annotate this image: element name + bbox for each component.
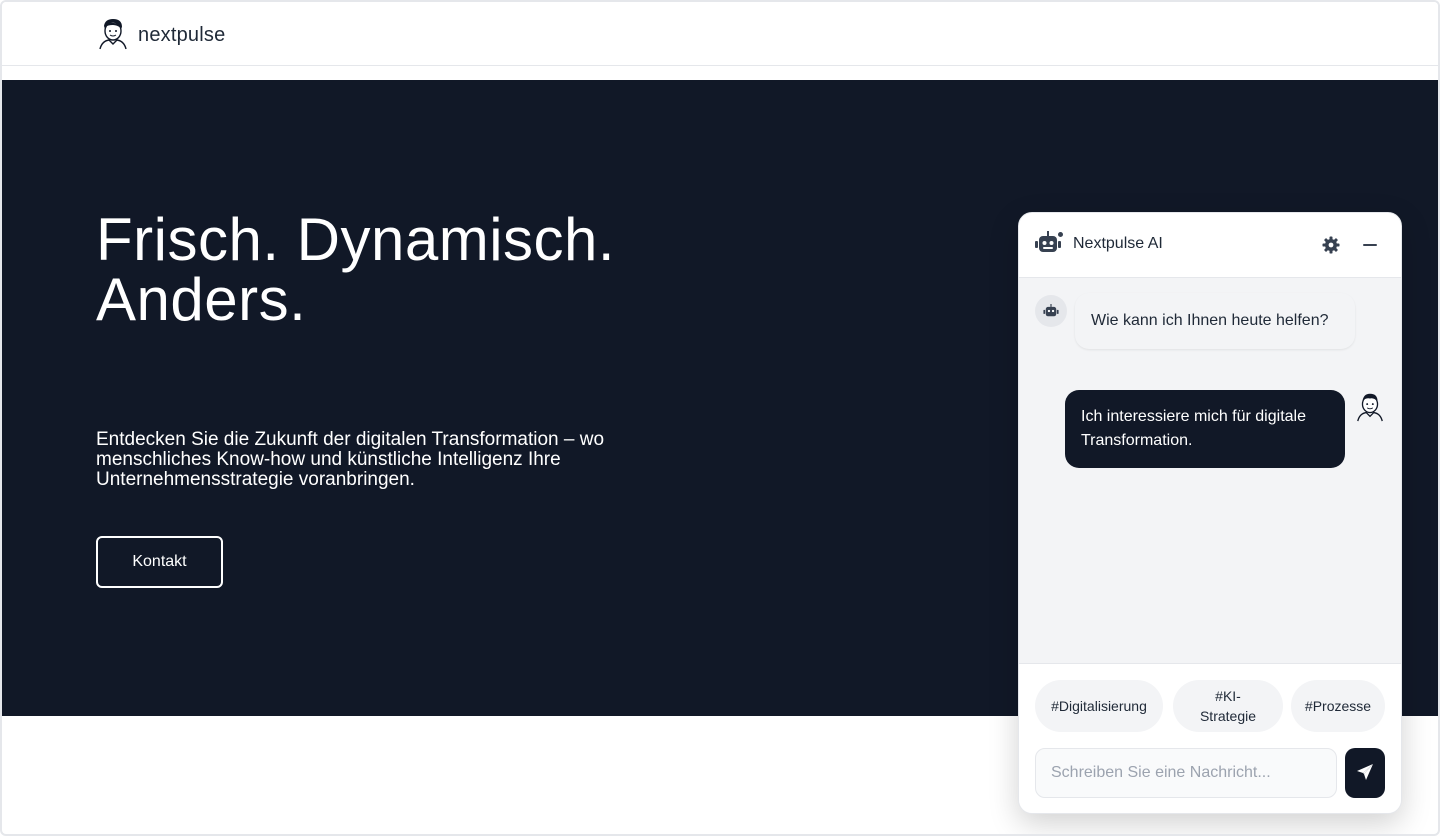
top-navbar: nextpulse bbox=[2, 2, 1438, 66]
user-message-bubble: Ich interessiere mich für digitale Trans… bbox=[1065, 390, 1345, 468]
gear-icon[interactable] bbox=[1321, 235, 1341, 260]
tag-prozesse[interactable]: #Prozesse bbox=[1291, 680, 1385, 732]
hero-title-line2: Anders. bbox=[96, 266, 307, 333]
hero-subtitle: Entdecken Sie die Zukunft der digitalen … bbox=[96, 429, 605, 490]
paper-plane-icon bbox=[1356, 763, 1374, 784]
minimize-icon[interactable] bbox=[1361, 236, 1379, 259]
tag-digitalisierung[interactable]: #Digitalisierung bbox=[1035, 680, 1163, 732]
send-button[interactable] bbox=[1345, 748, 1385, 798]
hero-title-line1: Frisch. Dynamisch. bbox=[96, 206, 616, 273]
hero-title: Frisch. Dynamisch. Anders. bbox=[96, 210, 796, 330]
logo-avatar-icon bbox=[96, 16, 130, 55]
brand[interactable]: nextpulse bbox=[96, 16, 225, 55]
tag-ki-strategie[interactable]: #KI-Strategie bbox=[1173, 680, 1283, 732]
user-avatar-icon bbox=[1354, 389, 1386, 428]
bot-message-bubble: Wie kann ich Ihnen heute helfen? bbox=[1075, 293, 1355, 349]
chat-title: Nextpulse AI bbox=[1073, 235, 1163, 252]
brand-name: nextpulse bbox=[138, 24, 226, 46]
chat-footer: #Digitalisierung #KI-Strategie #Prozesse bbox=[1019, 663, 1401, 813]
message-input[interactable] bbox=[1035, 748, 1337, 798]
page-frame: nextpulse Frisch. Dynamisch. Anders. Ent… bbox=[0, 0, 1440, 836]
bot-avatar bbox=[1035, 295, 1067, 327]
online-status-dot bbox=[1057, 231, 1064, 238]
chat-widget: Nextpulse AI Wie kann ich Ihnen heute he… bbox=[1018, 212, 1402, 814]
chat-header: Nextpulse AI bbox=[1019, 213, 1401, 278]
contact-button[interactable]: Kontakt bbox=[96, 536, 223, 588]
